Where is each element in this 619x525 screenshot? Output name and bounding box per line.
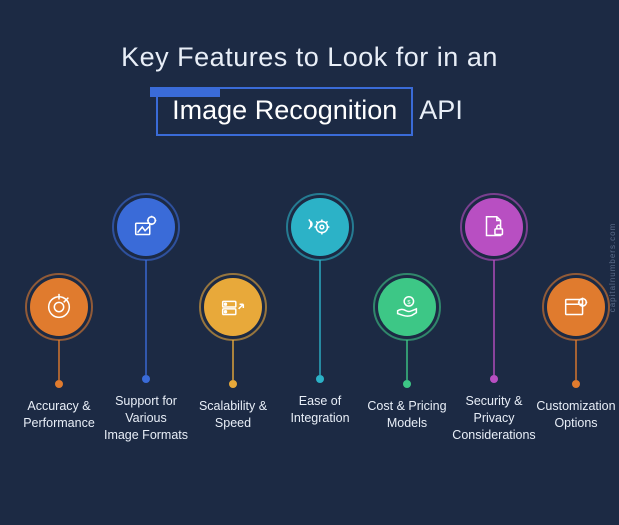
connector-dot [572, 380, 580, 388]
connector-dot [229, 380, 237, 388]
feature-label: Cost & Pricing Models [362, 398, 452, 432]
title-highlight-text: Image Recognition [172, 95, 397, 125]
feature-formats: Support for Various Image Formats [101, 198, 191, 444]
watermark: capitalnumbers.com [609, 222, 618, 312]
connector-stem [319, 260, 321, 375]
connector-stem [145, 260, 147, 375]
connector-dot [142, 375, 150, 383]
feature-label: Customization Options [531, 398, 619, 432]
connector-stem [575, 340, 577, 380]
feature-circle [30, 278, 88, 336]
connector-stem [58, 340, 60, 380]
connector-dot [316, 375, 324, 383]
hand-coin-icon: $ [392, 292, 422, 322]
title-highlight: Image Recognition [156, 87, 413, 136]
feature-scalability: Scalability & Speed [188, 278, 278, 432]
servers-arrow-icon [218, 292, 248, 322]
document-lock-icon [479, 212, 509, 242]
ai-gear-icon [305, 212, 335, 242]
connector-stem [406, 340, 408, 380]
feature-label: Accuracy & Performance [14, 398, 104, 432]
header: Key Features to Look for in an Image Rec… [0, 0, 619, 136]
connector-stem [232, 340, 234, 380]
feature-label: Ease of Integration [275, 393, 365, 427]
connector-dot [490, 375, 498, 383]
feature-security: Security & Privacy Considerations [449, 198, 539, 444]
feature-label: Scalability & Speed [188, 398, 278, 432]
title-line-1: Key Features to Look for in an [0, 42, 619, 73]
highlight-accent-bar [150, 87, 220, 97]
feature-customization: Customization Options [531, 278, 619, 432]
image-gear-icon [131, 212, 161, 242]
feature-accuracy: Accuracy & Performance [14, 278, 104, 432]
target-icon [44, 292, 74, 322]
feature-circle [547, 278, 605, 336]
feature-circle [291, 198, 349, 256]
connector-dot [55, 380, 63, 388]
title-suffix: API [419, 95, 463, 125]
svg-text:$: $ [407, 300, 411, 306]
feature-integration: Ease of Integration [275, 198, 365, 427]
feature-pricing: $ Cost & Pricing Models [362, 278, 452, 432]
window-gear-icon [561, 292, 591, 322]
feature-circle [204, 278, 262, 336]
feature-label: Support for Various Image Formats [101, 393, 191, 444]
feature-label: Security & Privacy Considerations [449, 393, 539, 444]
connector-dot [403, 380, 411, 388]
feature-circle [465, 198, 523, 256]
features-row: Accuracy & Performance Support for Vario… [0, 188, 619, 508]
feature-circle [117, 198, 175, 256]
connector-stem [493, 260, 495, 375]
feature-circle: $ [378, 278, 436, 336]
title-line-2: Image Recognition API [156, 87, 463, 136]
